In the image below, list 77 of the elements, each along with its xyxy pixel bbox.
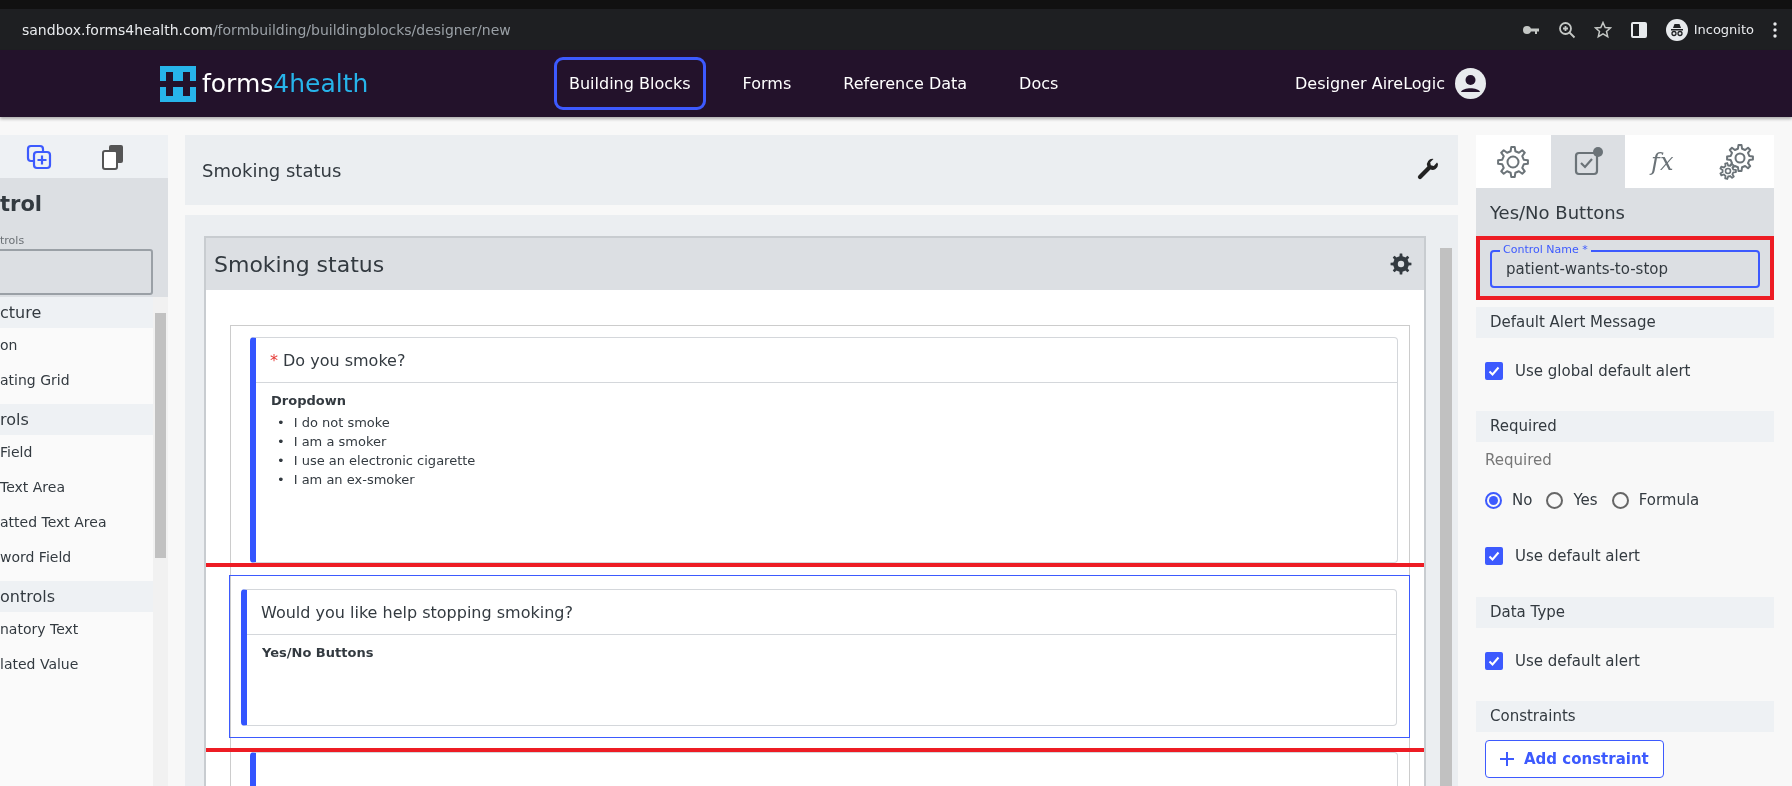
- group-heading: rols: [0, 404, 153, 435]
- control-item[interactable]: on: [0, 328, 153, 363]
- group-heading: ontrols: [0, 581, 153, 612]
- checkbox[interactable]: [1485, 362, 1503, 380]
- bullet: •: [277, 471, 285, 489]
- profile-button[interactable]: Incognito: [1665, 18, 1754, 41]
- control-item[interactable]: Text Area: [0, 470, 153, 505]
- wrench-icon[interactable]: [1416, 158, 1440, 182]
- avatar-icon[interactable]: [1455, 68, 1486, 99]
- radio-label: Yes: [1573, 491, 1598, 509]
- star-icon[interactable]: [1593, 20, 1612, 39]
- radio-button[interactable]: [1546, 491, 1564, 509]
- bullet: •: [277, 414, 285, 432]
- logo-icon: [160, 65, 196, 102]
- checkbox-label: Use default alert: [1515, 652, 1640, 670]
- settings-icon[interactable]: [1390, 253, 1412, 275]
- checkbox-label: Use global default alert: [1515, 362, 1691, 380]
- option-text: I am a smoker: [293, 433, 387, 451]
- control-type: Yes/No Buttons: [262, 645, 374, 660]
- control-item[interactable]: lated Value: [0, 647, 153, 682]
- panel-title: trol: [0, 192, 43, 216]
- bullet: •: [277, 452, 285, 470]
- question-card[interactable]: * Do you smoke? Dropdown • I do not smoke • I am a smoker • I use an electronic cigarette • I am an ex-smoker: [250, 337, 1398, 563]
- gears-icon: [1718, 143, 1755, 180]
- search-field[interactable]: [0, 249, 153, 295]
- sidebar-icon[interactable]: [1629, 20, 1648, 39]
- option-text: I am an ex-smoker: [293, 471, 415, 489]
- section-heading: Required: [1476, 411, 1774, 442]
- user-name: Designer AireLogic: [1294, 74, 1445, 93]
- form-title: Smoking status: [202, 159, 342, 181]
- panel-heading: Yes/No Buttons: [1490, 201, 1625, 223]
- radio-label: No: [1512, 491, 1533, 509]
- logo-text: forms4health: [202, 69, 369, 98]
- group-heading: cture: [0, 297, 153, 328]
- copy-icon[interactable]: [102, 143, 124, 170]
- control-item[interactable]: Field: [0, 435, 153, 470]
- incognito-icon: [1665, 18, 1688, 41]
- check-icon: [1488, 365, 1500, 377]
- required-mark: *: [270, 350, 278, 370]
- bullet: •: [277, 433, 285, 451]
- field-caption: Required: [1484, 450, 1553, 471]
- nav-link[interactable]: Reference Data: [828, 57, 983, 110]
- question-card[interactable]: Would you like help stopping smoking? Yes/No Buttons: [241, 589, 1397, 726]
- option-text: I use an electronic cigarette: [293, 452, 476, 470]
- checkbox[interactable]: [1485, 547, 1503, 565]
- nav-link[interactable]: Docs: [1004, 57, 1074, 110]
- scrollbar[interactable]: [153, 297, 168, 786]
- more-icon[interactable]: [1772, 20, 1778, 39]
- control-item[interactable]: natory Text: [0, 612, 153, 647]
- settings-icon: [1496, 144, 1531, 179]
- checkbox[interactable]: [1485, 652, 1503, 670]
- scrollbar[interactable]: [1440, 248, 1452, 786]
- control-item[interactable]: ating Grid: [0, 363, 153, 398]
- question-label: Would you like help stopping smoking?: [261, 602, 573, 622]
- control-item[interactable]: word Field: [0, 540, 153, 575]
- check-icon: [1488, 550, 1500, 562]
- section-heading: Constraints: [1476, 701, 1774, 732]
- radio-button[interactable]: [1611, 491, 1629, 509]
- section-heading: Default Alert Message: [1476, 307, 1774, 338]
- option-text: I do not smoke: [293, 414, 390, 432]
- panel-tab[interactable]: [1550, 135, 1625, 188]
- address-field[interactable]: sandbox.forms4health.com/formbuilding/buildingblocks/designer/new: [22, 21, 1504, 38]
- section-heading: Data Type: [1476, 597, 1774, 628]
- radio-label: Formula: [1638, 491, 1700, 509]
- add-copy-icon[interactable]: [26, 143, 52, 170]
- control-item[interactable]: atted Text Area: [0, 505, 153, 540]
- check-icon: [1488, 655, 1500, 667]
- checkbox-label: Use default alert: [1515, 547, 1640, 565]
- plus-icon: [1500, 752, 1514, 766]
- control-type: Dropdown: [271, 393, 346, 408]
- radio-button[interactable]: [1485, 491, 1502, 509]
- zoom-icon[interactable]: [1557, 20, 1576, 39]
- nav-link[interactable]: Building Blocks: [554, 57, 706, 110]
- add-constraint-button[interactable]: Add constraint: [1485, 740, 1664, 778]
- question-label: Do you smoke?: [283, 350, 406, 370]
- section-title: Smoking status: [214, 251, 385, 277]
- nav-link[interactable]: Forms: [727, 57, 807, 110]
